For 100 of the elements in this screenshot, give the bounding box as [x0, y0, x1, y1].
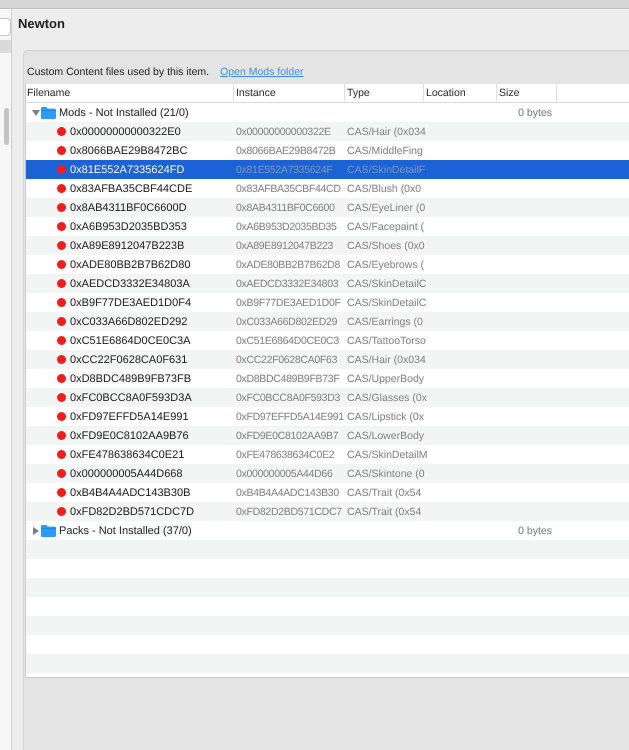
status-dot-icon [57, 450, 66, 459]
status-dot-icon [57, 412, 66, 421]
column-header[interactable]: Type [344, 84, 423, 102]
file-row[interactable]: 0x00000000000322E0 0x00000000000322E CAS/Hair (0x034 [26, 122, 629, 141]
type-text: CAS/SkinDetailC [347, 278, 426, 290]
status-dot-icon [57, 431, 66, 440]
file-row[interactable]: 0xC033A66D802ED292 0xC033A66D802ED29 CAS/Earrings (0 [26, 312, 629, 331]
type-text: CAS/Earrings (0 [347, 316, 423, 328]
description-text: Custom Content files used by this item. [27, 66, 210, 78]
status-dot-icon [57, 336, 66, 345]
instance-text: 0xFD97EFFD5A14E991 [236, 410, 344, 422]
type-text: CAS/Eyebrows ( [347, 258, 424, 270]
file-row[interactable]: 0x8AB4311BF0C6600D 0x8AB4311BF0C6600 CAS/EyeLiner (0 [26, 198, 629, 217]
filename-text: 0x00000000000322E0 [70, 126, 181, 138]
filename-text: 0x81E552A7335624FD [70, 164, 184, 176]
instance-text: 0x8066BAE29B8472B [236, 144, 336, 156]
type-text: CAS/SkinDetailM [347, 448, 428, 460]
file-row[interactable]: 0xAEDCD3332E34803A 0xAEDCD3332E34803 CAS/SkinDetailC [26, 274, 629, 293]
instance-text: 0xC033A66D802ED29 [236, 316, 338, 328]
folder-icon [41, 524, 56, 536]
type-text: CAS/Shoes (0x0 [347, 240, 425, 252]
type-text: CAS/TattooTorso [347, 334, 426, 346]
filename-text: 0xFE478638634C0E21 [70, 448, 184, 460]
status-dot-icon [57, 393, 66, 402]
filename-text: 0x000000005A44D668 [70, 468, 183, 480]
filename-text: 0xFD9E0C8102AA9B76 [70, 430, 189, 442]
status-dot-icon [57, 488, 66, 497]
instance-text: 0xC51E6864D0CE0C3 [236, 334, 339, 346]
column-header[interactable]: Filename [26, 84, 233, 102]
file-row[interactable]: 0xCC22F0628CA0F631 0xCC22F0628CA0F63 CAS/Hair (0x034 [26, 350, 629, 369]
status-dot-icon [57, 203, 66, 212]
instance-text: 0x000000005A44D66 [236, 468, 332, 480]
type-text: CAS/Trait (0x54 [347, 506, 422, 518]
filename-text: 0xA6B953D2035BD353 [70, 220, 187, 232]
type-text: CAS/Blush (0x0 [347, 182, 422, 194]
status-dot-icon [57, 260, 66, 269]
filename-text: 0x83AFBA35CBF44CDE [70, 182, 192, 194]
status-dot-icon [57, 374, 66, 383]
status-dot-icon [57, 298, 66, 307]
filename-text: 0xC51E6864D0CE0C3A [70, 334, 190, 346]
instance-text: 0x83AFBA35CBF44CD [236, 182, 341, 194]
filename-text: 0xCC22F0628CA0F631 [70, 354, 188, 366]
search-field[interactable] [0, 18, 11, 36]
type-text: CAS/Glasses (0x [347, 392, 427, 404]
filename-text: 0xFD97EFFD5A14E991 [70, 410, 189, 422]
filename-text: 0xFC0BCC8A0F593D3A [70, 392, 192, 404]
instance-text: 0xFD82D2BD571CDC7 [236, 506, 342, 518]
column-header[interactable]: Location [423, 84, 496, 102]
type-text: CAS/MiddleFing [347, 144, 423, 156]
filename-text: 0xAEDCD3332E34803A [70, 278, 190, 290]
status-dot-icon [57, 317, 66, 326]
filename-text: 0xFD82D2BD571CDC7D [70, 506, 194, 518]
status-dot-icon [57, 146, 66, 155]
type-text: CAS/Hair (0x034 [347, 354, 426, 366]
instance-text: 0xFC0BCC8A0F593D3 [236, 392, 340, 404]
file-row[interactable]: 0x000000005A44D668 0x000000005A44D66 CAS/Skintone (0 [26, 464, 629, 483]
instance-text: 0xD8BDC489B9FB73F [236, 372, 340, 384]
type-text: CAS/EyeLiner (0 [347, 202, 426, 214]
group-label: Mods - Not Installed (21/0) [59, 106, 189, 118]
instance-text: 0x8AB4311BF0C6600 [236, 202, 335, 214]
triangle-icon[interactable] [32, 110, 40, 116]
file-row[interactable]: 0xFC0BCC8A0F593D3A 0xFC0BCC8A0F593D3 CAS/Glasses (0x [26, 388, 629, 407]
file-row[interactable]: 0xA89E8912047B223B 0xA89E8912047B223 CAS/Shoes (0x0 [26, 236, 629, 255]
status-dot-icon [57, 241, 66, 250]
instance-text: 0xCC22F0628CA0F63 [236, 354, 338, 366]
filename-text: 0xA89E8912047B223B [70, 240, 184, 252]
filename-text: 0xADE80BB2B7B62D80 [70, 258, 190, 270]
filename-text: 0xC033A66D802ED292 [70, 316, 188, 328]
scrollbar-thumb[interactable] [4, 108, 9, 145]
instance-text: 0x81E552A7335624F [236, 164, 332, 176]
file-row[interactable]: 0xFD82D2BD571CDC7D 0xFD82D2BD571CDC7 CAS/Trait (0x54 [26, 502, 629, 521]
column-header[interactable]: Instance [233, 84, 344, 102]
type-text: CAS/Lipstick (0x [347, 410, 424, 422]
file-row[interactable]: 0x81E552A7335624FD 0x81E552A7335624F CAS/SkinDetailF [26, 160, 629, 179]
filename-text: 0x8AB4311BF0C6600D [70, 202, 187, 214]
file-row[interactable]: 0xFD9E0C8102AA9B76 0xFD9E0C8102AA9B7 CAS/LowerBody [26, 426, 629, 445]
type-text: CAS/SkinDetailC [347, 296, 426, 308]
sidebar-item[interactable] [0, 40, 11, 53]
instance-text: 0x00000000000322E [236, 126, 331, 138]
instance-text: 0xFD9E0C8102AA9B7 [236, 430, 338, 442]
instance-text: 0xB4B4A4ADC143B30 [236, 486, 339, 498]
column-header[interactable]: Size [496, 84, 556, 102]
type-text: CAS/Skintone (0 [347, 468, 425, 480]
status-dot-icon [57, 469, 66, 478]
triangle-icon[interactable] [33, 526, 39, 534]
status-dot-icon [57, 279, 66, 288]
status-dot-icon [57, 222, 66, 231]
status-dot-icon [57, 184, 66, 193]
type-text: CAS/UpperBody [347, 372, 424, 384]
status-dot-icon [57, 127, 66, 136]
status-dot-icon [57, 355, 66, 364]
size-text: 0 bytes [518, 524, 552, 536]
filename-text: 0xB9F77DE3AED1D0F4 [70, 296, 192, 308]
size-text: 0 bytes [518, 106, 552, 118]
instance-text: 0xA89E8912047B223 [236, 240, 334, 252]
status-dot-icon [57, 165, 66, 174]
filename-text: 0x8066BAE29B8472BC [70, 144, 188, 156]
filename-text: 0xB4B4A4ADC143B30B [70, 486, 190, 498]
group-label: Packs - Not Installed (37/0) [59, 524, 192, 536]
status-dot-icon [57, 507, 66, 516]
